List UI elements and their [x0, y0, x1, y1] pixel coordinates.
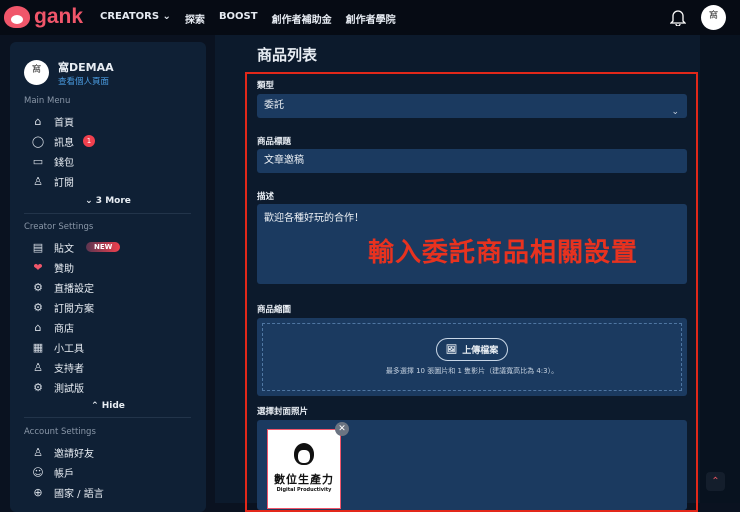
gear-icon: ⚙	[33, 300, 43, 314]
profile-name: 窩DEMAA	[58, 61, 114, 74]
upload-dropzone[interactable]: 🖼 上傳檔案 最多選擇 10 張圖片和 1 隻影片（建議寬高比為 4:3）。	[257, 318, 687, 396]
thumbnail-label: 商品縮圖	[257, 305, 292, 315]
sidebar-item-messages[interactable]: ◯ 訊息 1	[31, 133, 95, 149]
remove-cover-icon[interactable]: ✕	[335, 422, 349, 436]
image-icon: 🖼	[445, 344, 458, 355]
new-badge: NEW	[86, 242, 121, 252]
user-heart-icon: ♙	[33, 360, 43, 374]
sidebar-item-invite[interactable]: ♙ 邀請好友	[31, 444, 94, 460]
divider	[24, 417, 191, 418]
bell-icon[interactable]	[670, 8, 686, 26]
gank-logo[interactable]: gank	[4, 5, 83, 29]
top-nav: gank CREATORS ⌄ 探索 BOOST 創作者補助金 創作者學院 窩	[0, 0, 740, 35]
sidebar-item-plans[interactable]: ⚙ 訂閱方案	[31, 299, 94, 315]
sidebar-item-wallet[interactable]: ▭ 錢包	[31, 153, 74, 169]
gear-lock-icon: ⚙	[33, 380, 43, 394]
creator-settings-title: Creator Settings	[24, 222, 94, 232]
hide-button[interactable]: ⌃ Hide	[0, 401, 216, 411]
show-more-button[interactable]: ⌄ 3 More	[0, 196, 216, 206]
sidebar-item-sponsor[interactable]: ❤ 贊助	[31, 259, 74, 275]
upload-button[interactable]: 🖼 上傳檔案	[436, 338, 508, 361]
sidebar-item-stream-settings[interactable]: ⚙ 直播設定	[31, 279, 94, 295]
sidebar-item-language[interactable]: ⊕ 國家 / 語言	[31, 484, 103, 500]
nav-boost[interactable]: BOOST	[219, 11, 258, 26]
annotation-text: 輸入委託商品相關設置	[368, 238, 639, 268]
nav-grant[interactable]: 創作者補助金	[272, 11, 332, 26]
title-label: 商品標題	[257, 137, 292, 147]
user-circle-icon: ☺	[32, 465, 44, 479]
unread-badge: 1	[83, 135, 95, 147]
wallet-icon: ▭	[32, 154, 44, 168]
sidebar-item-supporters[interactable]: ♙ 支持者	[31, 359, 84, 375]
nav-explore[interactable]: 探索	[185, 11, 205, 26]
sidebar-item-account[interactable]: ☺ 帳戶	[31, 464, 74, 480]
sidebar-item-subscriptions[interactable]: ♙ 訂閱	[31, 173, 74, 189]
chat-icon: ◯	[31, 134, 45, 148]
page-title: 商品列表	[257, 46, 318, 64]
sidebar-item-posts[interactable]: ▤ 貼文 NEW	[31, 239, 121, 255]
grid-icon: ▦	[32, 340, 44, 354]
cover-label: 選擇封面照片	[257, 407, 309, 417]
type-select[interactable]: 委託 ⌄	[257, 94, 687, 118]
type-label: 類型	[257, 81, 275, 91]
cover-image[interactable]: 數位生產力 Digital Productivity	[267, 429, 341, 509]
red-panda-icon	[4, 6, 30, 28]
nav-academy[interactable]: 創作者學院	[346, 11, 396, 26]
account-settings-title: Account Settings	[24, 427, 96, 437]
tag-icon: ⌂	[34, 320, 42, 334]
view-profile-link[interactable]: 查看個人頁面	[58, 75, 109, 87]
sidebar-item-shop[interactable]: ⌂ 商店	[31, 319, 75, 335]
divider	[24, 213, 191, 214]
home-icon: ⌂	[34, 114, 42, 128]
avatar-illustration	[294, 443, 314, 465]
nav-creators[interactable]: CREATORS ⌄	[100, 11, 171, 26]
scroll-to-top-button[interactable]: ⌃	[706, 472, 725, 491]
gear-lock-icon: ⚙	[33, 280, 43, 294]
chevron-down-icon: ⌄	[671, 107, 679, 117]
description-label: 描述	[257, 192, 275, 202]
globe-icon: ⊕	[33, 485, 43, 499]
user-avatar[interactable]: 窩	[701, 5, 726, 30]
upload-hint: 最多選擇 10 張圖片和 1 隻影片（建議寬高比為 4:3）。	[385, 367, 559, 375]
title-input[interactable]: 文章邀稿	[257, 149, 687, 173]
cover-photo-area: 數位生產力 Digital Productivity ✕	[257, 420, 687, 510]
sidebar-item-home[interactable]: ⌂ 首頁	[31, 113, 75, 129]
sidebar-item-widgets[interactable]: ▦ 小工具	[31, 339, 84, 355]
profile-avatar[interactable]: 窩	[24, 60, 49, 85]
document-icon: ▤	[32, 240, 44, 254]
main-menu-title: Main Menu	[24, 96, 71, 106]
sidebar-item-beta[interactable]: ⚙ 測試版	[31, 379, 84, 395]
right-gutter	[700, 35, 740, 503]
heart-icon: ❤	[33, 260, 43, 274]
user-heart-icon: ♙	[33, 445, 43, 459]
user-icon: ♙	[33, 174, 43, 188]
